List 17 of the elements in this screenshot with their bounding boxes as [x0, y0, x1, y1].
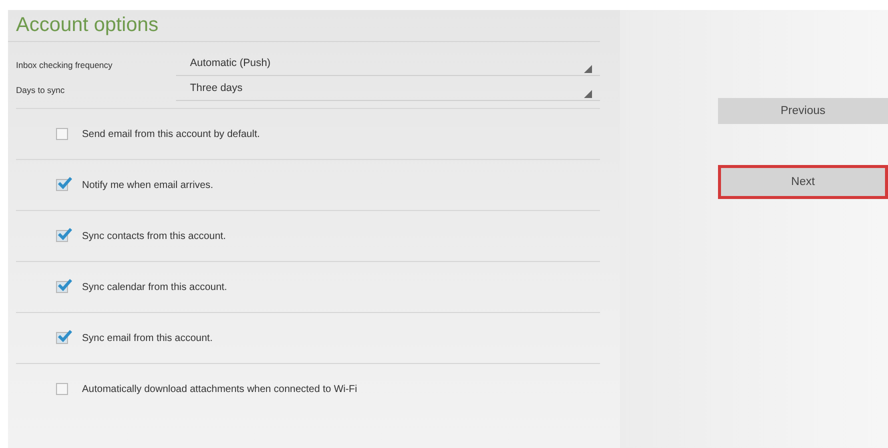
nav-button[interactable]: Previous	[718, 98, 888, 124]
checkbox[interactable]	[56, 128, 68, 140]
option-label: Send email from this account by default.	[82, 128, 260, 140]
nav-button[interactable]: Next	[718, 165, 888, 199]
dropdown[interactable]: Three days	[176, 78, 600, 101]
setting-label: Inbox checking frequency	[16, 60, 114, 70]
dropdown[interactable]: Automatic (Push)	[176, 53, 600, 76]
checkbox[interactable]	[56, 383, 68, 395]
option-label: Sync calendar from this account.	[82, 282, 228, 292]
setting-label: Days to sync	[16, 84, 66, 94]
option-label: Sync email from this account.	[82, 332, 213, 344]
dropdown-arrow-icon	[584, 65, 592, 73]
option-label: Notify me when email arrives.	[82, 180, 214, 190]
option-label: Sync contacts from this account.	[82, 230, 226, 242]
option-label: Automatically download attachments when connected to Wi-Fi	[82, 384, 358, 394]
page-title: Account options	[8, 10, 600, 42]
dropdown-arrow-icon	[584, 90, 592, 98]
